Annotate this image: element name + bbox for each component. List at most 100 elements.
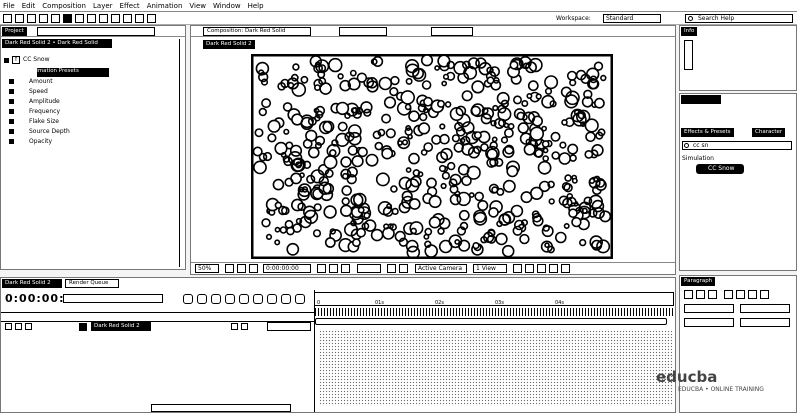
- playhead[interactable]: [314, 290, 315, 412]
- draft-3d-icon[interactable]: [197, 294, 207, 304]
- category-simulation[interactable]: Simulation: [682, 154, 714, 163]
- tab-footage[interactable]: [339, 27, 387, 36]
- param-source-depth[interactable]: Source Depth: [29, 127, 70, 136]
- tab-preview[interactable]: [681, 95, 721, 104]
- justify-all-icon[interactable]: [760, 290, 769, 299]
- menu-animation[interactable]: Animation: [147, 2, 183, 10]
- region-icon[interactable]: [387, 264, 396, 273]
- layer-row[interactable]: Dark Red Solid 2: [1, 322, 317, 332]
- mask-toggle-icon[interactable]: [249, 264, 258, 273]
- tab-effects-presets[interactable]: Effects & Presets: [681, 128, 734, 137]
- param-amplitude[interactable]: Amplitude: [29, 97, 60, 106]
- comp-sub-tab[interactable]: Dark Red Solid 2: [203, 40, 255, 49]
- justify-left-icon[interactable]: [724, 290, 733, 299]
- selection-tool-icon[interactable]: [3, 14, 12, 23]
- camera-tool-icon[interactable]: [51, 14, 60, 23]
- rotate-tool-icon[interactable]: [39, 14, 48, 23]
- auto-keyframe-icon[interactable]: [281, 294, 291, 304]
- brainstorm-icon[interactable]: [267, 294, 277, 304]
- exposure-icon[interactable]: [561, 264, 570, 273]
- menu-help[interactable]: Help: [248, 2, 264, 10]
- param-flake-size[interactable]: Flake Size: [29, 117, 59, 126]
- tab-project[interactable]: Project: [2, 27, 27, 36]
- hand-tool-icon[interactable]: [15, 14, 24, 23]
- clone-tool-icon[interactable]: [123, 14, 132, 23]
- show-snapshot-icon[interactable]: [329, 264, 338, 273]
- justify-right-icon[interactable]: [748, 290, 757, 299]
- comp-viewer[interactable]: [251, 54, 613, 259]
- switch-icon[interactable]: [231, 323, 238, 330]
- render-queue-tab[interactable]: Render Queue: [65, 279, 119, 288]
- transparency-grid-icon[interactable]: [399, 264, 408, 273]
- fx-icon[interactable]: f: [12, 56, 20, 64]
- expand-arrow-icon[interactable]: [4, 58, 9, 63]
- menu-file[interactable]: File: [3, 2, 15, 10]
- menu-composition[interactable]: Composition: [42, 2, 86, 10]
- menu-window[interactable]: Window: [213, 2, 241, 10]
- twirl-icon[interactable]: [9, 109, 14, 114]
- motion-blur-icon[interactable]: [239, 294, 249, 304]
- tab-info[interactable]: Info: [681, 27, 698, 36]
- brush-tool-icon[interactable]: [111, 14, 120, 23]
- workspace-select[interactable]: Standard: [603, 14, 661, 23]
- align-center-icon[interactable]: [696, 290, 705, 299]
- work-area-bar[interactable]: [315, 308, 673, 316]
- align-right-icon[interactable]: [708, 290, 717, 299]
- align-left-icon[interactable]: [684, 290, 693, 299]
- solo-icon[interactable]: [295, 294, 305, 304]
- twirl-icon[interactable]: [9, 119, 14, 124]
- camera-select[interactable]: Active Camera: [415, 264, 467, 273]
- frame-blend-icon[interactable]: [225, 294, 235, 304]
- type-tool-icon[interactable]: [99, 14, 108, 23]
- color-channel-icon[interactable]: [341, 264, 350, 273]
- timecode-field[interactable]: 0:00:00:00: [263, 264, 311, 273]
- twirl-icon[interactable]: [9, 139, 14, 144]
- menu-effect[interactable]: Effect: [120, 2, 140, 10]
- layer-name[interactable]: Dark Red Solid 2: [91, 322, 151, 331]
- pixel-aspect-icon[interactable]: [513, 264, 522, 273]
- mask-tool-icon[interactable]: [75, 14, 84, 23]
- layer-duration-bar[interactable]: [315, 318, 667, 325]
- param-frequency[interactable]: Frequency: [29, 107, 60, 116]
- timeline-zoom-slider[interactable]: [151, 404, 291, 412]
- eye-icon[interactable]: [5, 323, 12, 330]
- label-color-icon[interactable]: [79, 323, 87, 331]
- param-speed[interactable]: Speed: [29, 87, 48, 96]
- timeline-toggle-icon[interactable]: [537, 264, 546, 273]
- hide-shy-icon[interactable]: [211, 294, 221, 304]
- pen-tool-icon[interactable]: [87, 14, 96, 23]
- safe-zone-icon[interactable]: [237, 264, 246, 273]
- time-ruler[interactable]: 0 01s 02s 03s 04s: [314, 292, 674, 306]
- grid-icon[interactable]: [225, 264, 234, 273]
- effects-search-input[interactable]: cc sn: [682, 141, 792, 150]
- param-opacity[interactable]: Opacity: [29, 137, 52, 146]
- puppet-tool-icon[interactable]: [147, 14, 156, 23]
- graph-editor-icon[interactable]: [253, 294, 263, 304]
- resolution-select[interactable]: [357, 264, 381, 273]
- justify-center-icon[interactable]: [736, 290, 745, 299]
- flowchart-icon[interactable]: [549, 264, 558, 273]
- eraser-tool-icon[interactable]: [135, 14, 144, 23]
- solo-layer-icon[interactable]: [25, 323, 32, 330]
- parent-select[interactable]: [267, 322, 311, 331]
- twirl-icon[interactable]: [9, 79, 14, 84]
- timeline-search-input[interactable]: [63, 294, 163, 303]
- tab-effect-controls[interactable]: [37, 27, 155, 36]
- menu-edit[interactable]: Edit: [22, 2, 36, 10]
- zoom-tool-icon[interactable]: [27, 14, 36, 23]
- timeline-tab[interactable]: Dark Red Solid 2: [2, 279, 62, 288]
- tab-paragraph[interactable]: Paragraph: [681, 277, 716, 286]
- tab-character[interactable]: Character: [752, 128, 786, 137]
- twirl-icon[interactable]: [9, 129, 14, 134]
- tab-layer[interactable]: [431, 27, 473, 36]
- menu-view[interactable]: View: [189, 2, 206, 10]
- param-amount[interactable]: Amount: [29, 77, 53, 86]
- search-help-input[interactable]: Search Help: [685, 14, 793, 23]
- pan-behind-tool-icon[interactable]: [63, 14, 72, 23]
- space-after-field[interactable]: [740, 318, 790, 327]
- menu-layer[interactable]: Layer: [93, 2, 113, 10]
- twirl-icon[interactable]: [9, 89, 14, 94]
- comp-mini-flowchart-icon[interactable]: [183, 294, 193, 304]
- scrollbar[interactable]: [179, 39, 184, 267]
- fast-preview-icon[interactable]: [525, 264, 534, 273]
